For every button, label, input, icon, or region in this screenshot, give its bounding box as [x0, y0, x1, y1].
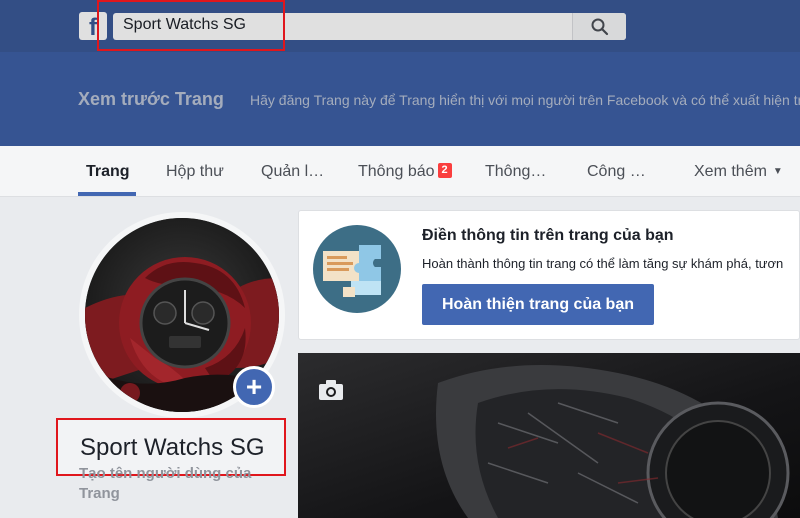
- cover-photo[interactable]: [298, 353, 800, 518]
- camera-icon[interactable]: [318, 379, 344, 401]
- tab-tools-label: Công …: [587, 163, 646, 180]
- complete-page-card: Điền thông tin trên trang của bạn Hoàn t…: [298, 210, 800, 340]
- tab-tools[interactable]: Công …: [587, 163, 646, 181]
- tab-info[interactable]: Thông…: [485, 163, 546, 181]
- tab-inbox[interactable]: Hộp thư: [166, 163, 224, 181]
- complete-page-button[interactable]: Hoàn thiện trang của bạn: [422, 284, 654, 325]
- tab-page-label: Trang: [86, 163, 130, 180]
- notification-badge: 2: [437, 163, 452, 178]
- active-tab-indicator: [78, 192, 136, 196]
- tab-notifications[interactable]: Thông báo 2: [358, 163, 452, 181]
- tab-inbox-label: Hộp thư: [166, 163, 224, 180]
- card-title: Điền thông tin trên trang của bạn: [422, 227, 674, 244]
- page-tabs: Trang Hộp thư Quản l… Thông báo 2 Thông… …: [0, 146, 800, 197]
- preview-dim-overlay: [0, 52, 800, 146]
- tab-page[interactable]: Trang: [86, 163, 130, 181]
- add-photo-icon: +: [245, 371, 263, 402]
- tab-more-label: Xem thêm: [694, 163, 767, 180]
- tab-notifications-label: Thông báo: [358, 163, 435, 180]
- create-username-link[interactable]: Tạo tên người dùng của Trang: [79, 464, 279, 504]
- page-name[interactable]: Sport Watchs SG: [80, 434, 265, 462]
- puzzle-illustration-icon: [313, 225, 401, 313]
- tab-more[interactable]: Xem thêm ▼: [694, 163, 783, 181]
- preview-banner: Xem trước Trang Hãy đăng Trang này để Tr…: [0, 52, 800, 146]
- caret-down-icon: ▼: [772, 166, 783, 177]
- cover-watch-photo: [298, 353, 800, 518]
- search-highlight-box: [97, 0, 285, 51]
- tab-manage[interactable]: Quản l…: [261, 163, 324, 181]
- card-description: Hoàn thành thông tin trang có thể làm tă…: [422, 256, 784, 271]
- tab-info-label: Thông…: [485, 163, 547, 180]
- add-photo-button[interactable]: +: [233, 366, 275, 408]
- tab-manage-label: Quản l…: [261, 163, 325, 180]
